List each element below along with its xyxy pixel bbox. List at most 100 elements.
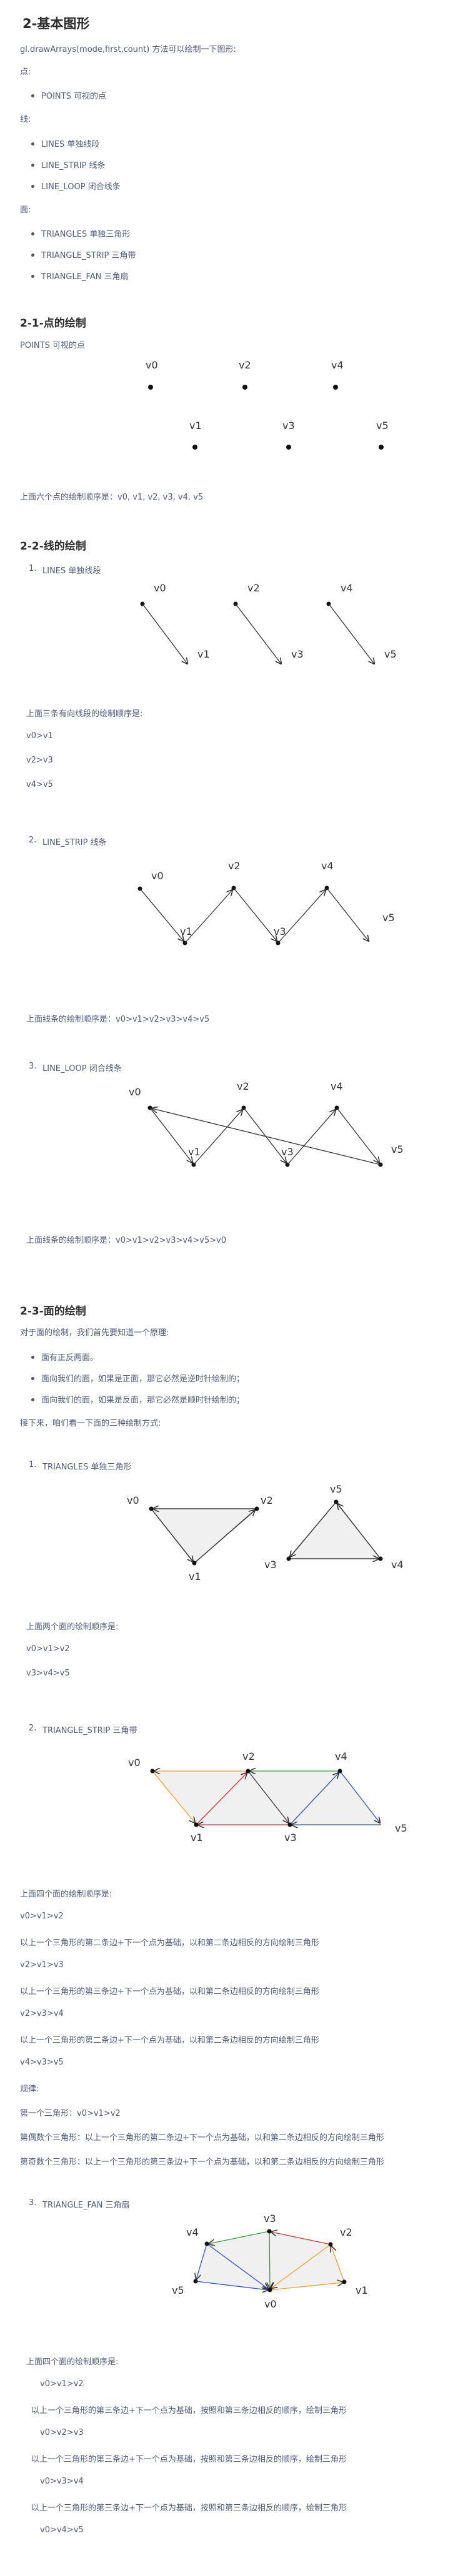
vertex-label: v5 <box>391 1143 404 1155</box>
section-heading: 2-3-面的绘制 <box>20 1305 86 1318</box>
face-label: 面: <box>20 205 31 215</box>
point-v2 <box>242 385 247 390</box>
lines-diagram: v0 v2 v4 v1 v3 v5 <box>140 582 397 671</box>
list-number: 2. <box>29 1724 37 1733</box>
list-number: 3. <box>29 1062 37 1071</box>
vertex-label: v5 <box>330 1483 342 1495</box>
point-v3 <box>286 445 291 450</box>
vertex-label: v1 <box>189 420 202 432</box>
vertex-label: v3 <box>281 1146 294 1158</box>
bullet-dot <box>31 94 34 97</box>
caption: 上面两个面的绘制顺序是: <box>26 1622 119 1632</box>
vertex-label: v0 <box>154 582 166 594</box>
caption: 上面线条的绘制顺序是：v0>v1>v2>v3>v4>v5 <box>26 1015 210 1024</box>
list-item: LINES 单独线段 <box>41 140 100 149</box>
vertex-label: v2 <box>247 582 260 594</box>
fan-line: v0>v3>v4 <box>40 2477 84 2486</box>
line-label: 线: <box>20 115 31 124</box>
caption: 上面六个点的绘制顺序是：v0, v1, v2, v3, v4, v5 <box>20 493 204 502</box>
list-item-title: LINE_LOOP 闭合线条 <box>42 1064 122 1073</box>
strip-line: v0>v1>v2 <box>20 1912 64 1921</box>
order-line: v0>v1>v2 <box>26 1644 70 1654</box>
bullet-dot <box>31 275 34 278</box>
caption: 上面三条有向线段的绘制顺序是: <box>26 709 143 719</box>
vertex-label: v2 <box>237 1080 249 1092</box>
vertex-label: v4 <box>331 1080 343 1092</box>
list-item-title: LINES 单独线段 <box>42 566 101 576</box>
bullet-dot <box>31 1377 34 1380</box>
strip-line: 上面四个面的绘制顺序是: <box>20 1890 112 1899</box>
fan-line: 以上一个三角形的第三条边+下一个点为基础，按照和第三条边相反的顺序，绘制三角形 <box>31 2455 347 2464</box>
paragraph: 接下来，咱们看一下面的三种绘制方式: <box>20 1419 161 1428</box>
bullet-dot <box>31 1398 34 1401</box>
vertex-label: v1 <box>188 1146 201 1158</box>
vertex-label: v4 <box>321 860 334 872</box>
order-line: v2>v3 <box>26 756 53 765</box>
vertex-label: v3 <box>264 2213 276 2224</box>
bullet-dot <box>31 164 34 167</box>
fan-line: 以上一个三角形的第三条边+下一个点为基础，按照和第三条边相反的顺序，绘制三角形 <box>31 2406 347 2416</box>
strip-line: 第偶数个三角形：以上一个三角形的第二条边+下一个点为基础，以和第二条边相反的方向… <box>20 2133 384 2143</box>
list-item: 面有正反两面。 <box>41 1353 99 1363</box>
fan-line: v0>v4>v5 <box>40 2525 84 2535</box>
list-item: TRIANGLES 单独三角形 <box>41 230 131 239</box>
list-item-title: TRIANGLES 单独三角形 <box>42 1463 132 1472</box>
vertex-label: v5 <box>376 420 389 432</box>
vertex-label: v4 <box>341 582 353 594</box>
strip-line: 规律: <box>20 2085 39 2094</box>
strip-line: v4>v3>v5 <box>20 2058 64 2067</box>
list-number: 1. <box>29 564 37 573</box>
vertex-label: v3 <box>284 1832 297 1843</box>
caption: 上面四个面的绘制顺序是: <box>26 2357 119 2367</box>
strip-line: 第一个三角形：v0>v1>v2 <box>20 2109 121 2118</box>
vertex-label: v1 <box>189 1571 201 1582</box>
vertex-label: v5 <box>172 2284 184 2296</box>
vertex-label: v1 <box>180 925 192 937</box>
vertex-label: v3 <box>282 420 295 432</box>
strip-line: v2>v3>v4 <box>20 2009 64 2018</box>
fan-line: 以上一个三角形的第三条边+下一个点为基础，按照和第三条边相反的顺序，绘制三角形 <box>31 2504 347 2513</box>
fan-line: v0>v1>v2 <box>40 2379 84 2389</box>
vertex-label: v1 <box>197 648 210 660</box>
order-line: v4>v5 <box>26 780 53 789</box>
vertex-label: v5 <box>382 912 395 924</box>
bullet-dot <box>31 142 34 146</box>
vertex-label: v2 <box>239 359 251 371</box>
segment-v2-v3 <box>235 603 281 664</box>
api-description: gl.drawArrays(mode,first,count) 方法可以绘制一下… <box>20 45 236 54</box>
bullet-dot <box>31 185 34 188</box>
section-subtitle: POINTS 可视的点 <box>20 341 85 350</box>
point-v4 <box>333 385 338 390</box>
vertex-label: v0 <box>146 359 158 371</box>
bullet-dot <box>31 232 34 235</box>
order-line: v3>v4>v5 <box>26 1669 70 1678</box>
paragraph: 对于面的绘制，我们首先要知道一个原理: <box>20 1328 169 1338</box>
vertex-label: v0 <box>127 1494 139 1506</box>
list-item: 面向我们的面，如果是正面，那它必然是逆时针绘制的； <box>41 1374 245 1384</box>
point-v5 <box>379 445 384 450</box>
vertex-label: v1 <box>356 2284 368 2296</box>
list-item: 面向我们的面，如果是反面，那它必然是顺时针绘制的； <box>41 1396 245 1405</box>
strip-line: 第奇数个三角形：以上一个三角形的第三条边+下一个点为基础，以和第二条边相反的方向… <box>20 2158 384 2167</box>
triangles-diagram: v0 v2 v1 v5 v3 v4 <box>127 1483 404 1582</box>
list-item: TRIANGLE_FAN 三角扇 <box>41 272 129 282</box>
fan-line: v0>v2>v3 <box>40 2428 84 2437</box>
vertex-label: v5 <box>395 1822 407 1834</box>
vertex-label: v4 <box>186 2226 199 2238</box>
line-strip-diagram: v0 v1 v2 v3 v4 v5 <box>137 860 395 945</box>
vertex-label: v0 <box>129 1086 141 1098</box>
strip-line: 以上一个三角形的第二条边+下一个点为基础，以和第二条边相反的方向绘制三角形 <box>20 2036 319 2045</box>
vertex-label: v4 <box>331 359 344 371</box>
caption: 上面线条的绘制顺序是：v0>v1>v2>v3>v4>v5>v0 <box>26 1236 227 1245</box>
list-item: LINE_LOOP 闭合线条 <box>41 182 121 192</box>
section-heading: 2-1-点的绘制 <box>20 317 86 330</box>
vertex-label: v2 <box>242 1750 255 1762</box>
point-label: 点: <box>20 67 31 77</box>
vertex-label: v3 <box>264 1559 277 1571</box>
list-item-title: TRIANGLE_FAN 三角扇 <box>42 2201 130 2210</box>
vertex-label: v4 <box>335 1750 347 1762</box>
point-v1 <box>192 445 197 450</box>
vertex-label: v2 <box>261 1494 273 1506</box>
triangle-strip-diagram: v0 v2 v4 v1 v3 v5 <box>128 1750 407 1843</box>
segment-v4-v5 <box>328 603 374 664</box>
